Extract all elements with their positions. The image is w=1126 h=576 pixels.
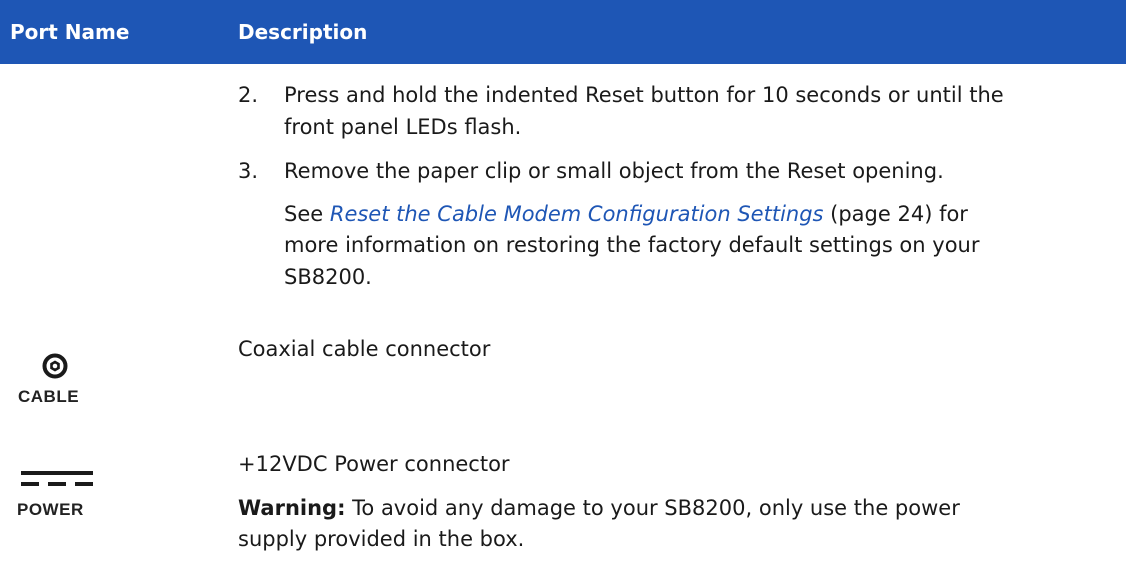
reset-settings-link[interactable]: Reset the Cable Modem Configuration Sett… xyxy=(330,202,824,226)
power-port-description: +12VDC Power connector xyxy=(238,452,510,476)
description-heading: Description xyxy=(238,20,368,44)
see-note-line: See Reset the Cable Modem Configuration … xyxy=(284,199,968,230)
warning-text: To avoid any damage to your SB8200, only… xyxy=(345,496,960,520)
table-header: Port Name Description xyxy=(0,0,1126,64)
see-note-line: SB8200. xyxy=(284,265,372,289)
step-text-line: Remove the paper clip or small object fr… xyxy=(284,159,944,183)
step-number: 3. xyxy=(238,159,259,183)
warning-label: Warning: xyxy=(238,496,346,520)
step-number: 2. xyxy=(238,83,259,107)
cable-port-label: CABLE xyxy=(18,387,80,406)
warning-line: supply provided in the box. xyxy=(238,527,525,551)
port-name-heading: Port Name xyxy=(10,20,130,44)
dc-power-icon xyxy=(21,471,93,486)
see-suffix: (page 24) for xyxy=(823,202,968,226)
step-text-line: Press and hold the indented Reset button… xyxy=(284,83,1004,107)
step-text-line: front panel LEDs flash. xyxy=(284,115,522,139)
see-prefix: See xyxy=(284,202,330,226)
power-port-label: POWER xyxy=(17,500,84,519)
warning-line: Warning: To avoid any damage to your SB8… xyxy=(238,493,960,524)
cable-port-description: Coaxial cable connector xyxy=(238,337,491,361)
see-note-line: more information on restoring the factor… xyxy=(284,233,980,257)
coaxial-cable-icon xyxy=(42,353,68,379)
